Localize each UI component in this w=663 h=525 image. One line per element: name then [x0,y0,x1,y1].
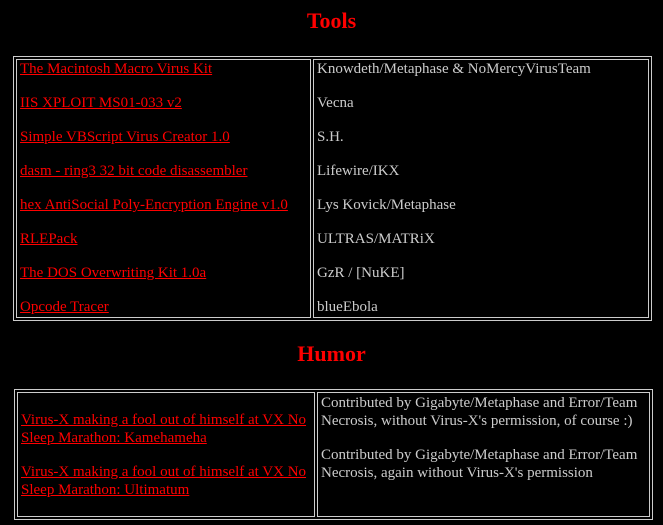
humor-link-kamehameha[interactable]: Virus-X making a fool out of himself at … [21,412,306,446]
tool-item: The Macintosh Macro Virus Kit [20,61,307,78]
humor-notes-cell: Contributed by Gigabyte/Metaphase and Er… [317,392,650,517]
tool-author: Lifewire/IKX [317,163,400,179]
tool-link-simple-vbscript-virus-creator[interactable]: Simple VBScript Virus Creator 1.0 [20,129,230,145]
tool-item: IIS XPLOIT MS01-033 v2 [20,95,307,112]
tool-item: The DOS Overwriting Kit 1.0a [20,265,307,282]
tool-author: S.H. [317,129,344,145]
tool-item: Simple VBScript Virus Creator 1.0 [20,129,307,146]
tool-link-dos-overwriting-kit[interactable]: The DOS Overwriting Kit 1.0a [20,265,206,281]
tool-link-opcode-tracer[interactable]: Opcode Tracer [20,299,109,315]
tool-author: Lys Kovick/Metaphase [317,197,456,213]
tool-item: Opcode Tracer [20,299,307,316]
tool-author: Knowdeth/Metaphase & NoMercyVirusTeam [317,61,591,77]
tool-author: Vecna [317,95,354,111]
humor-note: Contributed by Gigabyte/Metaphase and Er… [321,395,638,429]
tool-author: blueEbola [317,299,378,315]
tools-authors-cell: Knowdeth/Metaphase & NoMercyVirusTeam Ve… [313,59,649,318]
tool-link-macintosh-macro-virus-kit[interactable]: The Macintosh Macro Virus Kit [20,61,212,77]
tool-link-rlepack[interactable]: RLEPack [20,231,78,247]
tools-table: The Macintosh Macro Virus Kit IIS XPLOIT… [13,56,652,321]
tool-item: RLEPack [20,231,307,248]
tool-item: dasm - ring3 32 bit code disassembler [20,163,307,180]
tool-author: ULTRAS/MATRiX [317,231,435,247]
humor-titles-cell: Virus-X making a fool out of himself at … [17,392,315,517]
tool-link-hex-antisocial-engine[interactable]: hex AntiSocial Poly-Encryption Engine v1… [20,197,288,213]
tool-link-iis-xploit[interactable]: IIS XPLOIT MS01-033 v2 [20,95,182,111]
tool-author: GzR / [NuKE] [317,265,405,281]
humor-heading: Humor [297,341,366,366]
tool-item: hex AntiSocial Poly-Encryption Engine v1… [20,197,307,214]
humor-note: Contributed by Gigabyte/Metaphase and Er… [321,447,638,481]
tool-link-dasm[interactable]: dasm - ring3 32 bit code disassembler [20,163,247,179]
tools-names-cell: The Macintosh Macro Virus Kit IIS XPLOIT… [16,59,311,318]
tools-heading: Tools [306,8,357,33]
humor-link-ultimatum[interactable]: Virus-X making a fool out of himself at … [21,464,306,498]
humor-table: Virus-X making a fool out of himself at … [14,389,653,520]
